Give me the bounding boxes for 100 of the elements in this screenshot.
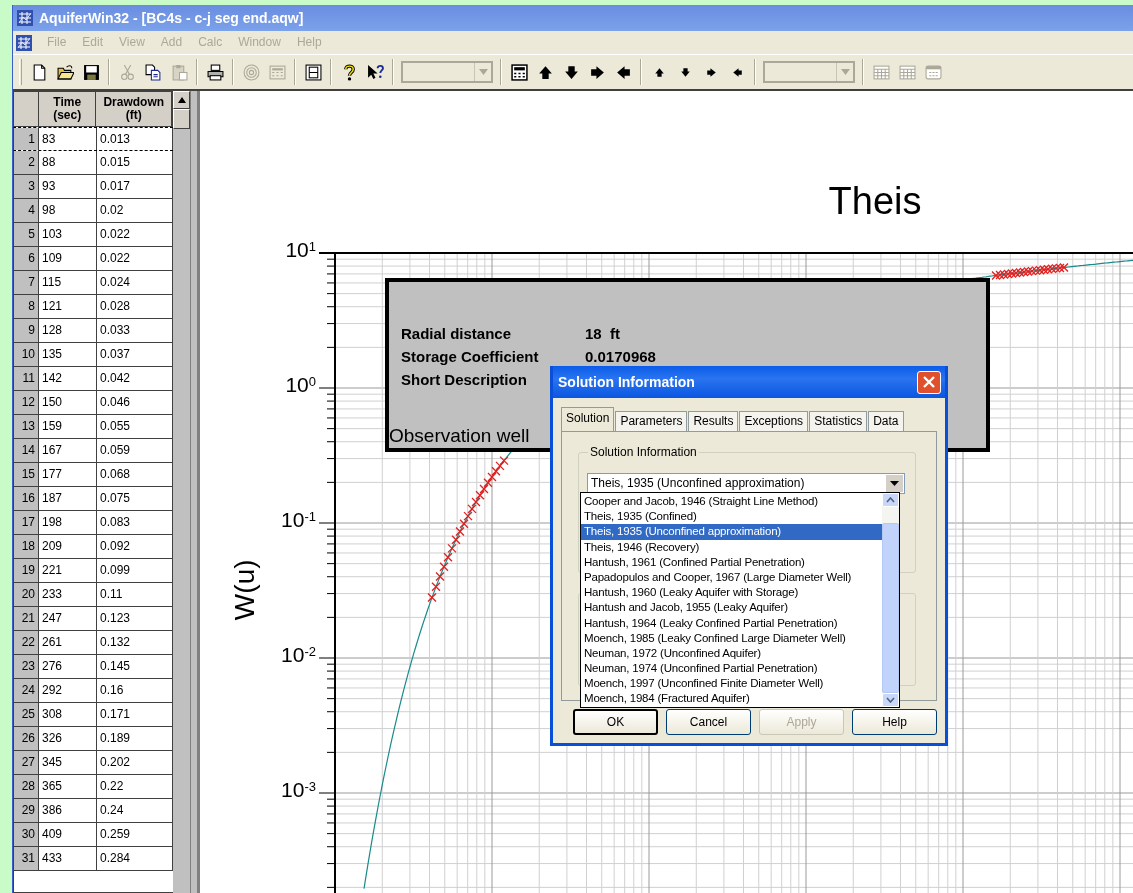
table-row[interactable]: 26 326 0.189 — [13, 727, 173, 752]
table-row[interactable]: 15 177 0.068 — [13, 463, 173, 488]
dropdown-option[interactable]: Hantush, 1964 (Leaky Confined Partial Penetration) — [581, 615, 882, 631]
dropdown-option[interactable]: Hantush, 1961 (Confined Partial Penetration) — [581, 554, 882, 570]
table-cell: 409 — [38, 823, 96, 847]
dropdown-option[interactable]: Theis, 1946 (Recovery) — [581, 539, 882, 555]
table-row[interactable]: 5 103 0.022 — [13, 223, 173, 248]
column-title: Time — [53, 95, 82, 109]
table-row[interactable]: 16 187 0.075 — [13, 487, 173, 512]
table-row[interactable]: 31 433 0.284 — [13, 847, 173, 872]
field-label: Storage Coefficient — [401, 347, 540, 367]
tab[interactable]: Data — [868, 411, 904, 431]
table-row[interactable]: 3 93 0.017 — [13, 175, 173, 200]
table-row[interactable]: 10 135 0.037 — [13, 343, 173, 368]
row-number: 31 — [14, 847, 38, 871]
row-number: 16 — [14, 487, 38, 511]
row-number: 19 — [14, 559, 38, 583]
solution-dropdown[interactable]: Theis, 1935 (Unconfined approximation) — [587, 473, 905, 494]
table-row[interactable]: 20 233 0.11 — [13, 583, 173, 608]
table-row[interactable]: 21 247 0.123 — [13, 607, 173, 632]
row-number: 4 — [14, 199, 38, 223]
dropdown-option[interactable]: Moench, 1984 (Fractured Aquifer) — [581, 691, 882, 707]
row-number: 29 — [14, 799, 38, 823]
dropdown-option[interactable]: Neuman, 1972 (Unconfined Aquifer) — [581, 645, 882, 662]
row-number: 26 — [14, 727, 38, 751]
table-cell: 121 — [38, 295, 96, 319]
table-cell: 345 — [38, 751, 96, 775]
table-row[interactable]: 27 345 0.202 — [13, 751, 173, 776]
table-cell: 177 — [38, 463, 96, 487]
row-number: 20 — [14, 583, 38, 607]
tick-label: 10$^{1}$ — [284, 237, 316, 263]
table-cell: 128 — [38, 319, 96, 343]
table-cell: 261 — [38, 631, 96, 655]
dialog-button[interactable]: Cancel — [666, 709, 751, 735]
row-number: 30 — [14, 823, 38, 847]
table-row[interactable]: 4 98 0.02 — [13, 199, 173, 224]
table-row[interactable]: 13 159 0.055 — [13, 415, 173, 440]
table-row[interactable]: 25 308 0.171 — [13, 703, 173, 728]
row-number: 11 — [14, 367, 38, 391]
table-row[interactable]: 22 261 0.132 — [13, 631, 173, 656]
dropdown-option[interactable]: Neuman, 1974 (Unconfined Partial Penetration) — [581, 661, 882, 677]
tab[interactable]: Exceptions — [739, 411, 809, 431]
table-cell: 233 — [38, 583, 96, 607]
table-cell: 109 — [38, 247, 96, 271]
row-number: 24 — [14, 679, 38, 703]
tick-label: 10$^{-3}$ — [280, 777, 316, 803]
table-row[interactable]: 24 292 0.16 — [13, 679, 173, 704]
table-cell: 198 — [38, 511, 96, 535]
dropdown-option[interactable]: Theis, 1935 (Unconfined approximation) — [581, 524, 882, 540]
dialog-button[interactable]: OK — [573, 709, 659, 735]
row-number: 5 — [14, 223, 38, 247]
table-cell: 103 — [38, 223, 96, 247]
table-cell: 150 — [38, 391, 96, 415]
dropdown-value: Theis, 1935 (Unconfined approximation) — [591, 476, 805, 491]
table-row[interactable]: 30 409 0.259 — [13, 823, 173, 848]
row-number: 14 — [14, 439, 38, 463]
table-row[interactable]: 14 167 0.059 — [13, 439, 173, 464]
dropdown-option[interactable]: Hantush, 1960 (Leaky Aquifer with Storage) — [581, 585, 882, 601]
table-row[interactable]: 18 209 0.092 — [13, 535, 173, 560]
column-header[interactable]: Drawdown (ft) — [95, 92, 172, 126]
row-number: 15 — [14, 463, 38, 487]
row-number: 9 — [14, 319, 38, 343]
column-unit: (ft) — [125, 108, 142, 123]
table-row[interactable]: 29 386 0.24 — [13, 799, 173, 824]
table-row[interactable]: 8 121 0.028 — [13, 295, 173, 320]
table-cell: 292 — [38, 679, 96, 703]
table-row[interactable]: 6 109 0.022 — [13, 247, 173, 272]
table-row[interactable]: 11 142 0.042 — [13, 367, 173, 392]
tab[interactable]: Parameters — [615, 411, 688, 431]
row-number: 1 — [14, 127, 38, 151]
dropdown-option[interactable]: Theis, 1935 (Confined) — [581, 509, 882, 525]
dropdown-option[interactable]: Cooper and Jacob, 1946 (Straight Line Method) — [581, 494, 882, 510]
window-title: AquiferWin32 - [BC4s - c-j seg end.aqw] — [39, 9, 304, 27]
dialog-button[interactable]: Help — [852, 709, 937, 735]
tab[interactable]: Statistics — [809, 411, 868, 431]
tab[interactable]: Results — [688, 411, 739, 431]
table-row[interactable]: 19 221 0.099 — [13, 559, 173, 584]
row-number: 7 — [14, 271, 38, 295]
table-row[interactable]: 2 88 0.015 — [13, 151, 173, 176]
table-row[interactable]: 9 128 0.033 — [13, 319, 173, 344]
field-value: 0.0170968 — [585, 347, 656, 367]
column-title: Drawdown — [103, 95, 165, 109]
table-row[interactable]: 17 198 0.083 — [13, 511, 173, 536]
table-row[interactable]: 23 276 0.145 — [13, 655, 173, 680]
dropdown-option[interactable]: Moench, 1985 (Leaky Confined Large Diameter Well) — [581, 630, 882, 646]
table-row[interactable]: 1 83 0.013 — [13, 126, 173, 152]
column-header[interactable]: Time (sec) — [37, 92, 96, 126]
table-cell: 142 — [38, 367, 96, 391]
field-label: Radial distance — [401, 324, 513, 344]
table-row[interactable]: 28 365 0.22 — [13, 775, 173, 800]
row-number: 21 — [14, 607, 38, 631]
dialog-title: Solution Information — [558, 373, 695, 391]
tab[interactable]: Solution — [561, 407, 615, 431]
dropdown-option[interactable]: Hantush and Jacob, 1955 (Leaky Aquifer) — [581, 600, 882, 616]
table-row[interactable]: 7 115 0.024 — [13, 271, 173, 296]
table-row[interactable]: 12 150 0.046 — [13, 391, 173, 416]
table-cell: 98 — [38, 199, 96, 223]
dropdown-option[interactable]: Papadopulos and Cooper, 1967 (Large Diameter Well) — [581, 569, 882, 586]
field-value: 18 ft — [585, 324, 620, 344]
dropdown-option[interactable]: Moench, 1997 (Unconfined Finite Diameter Well) — [581, 676, 882, 692]
